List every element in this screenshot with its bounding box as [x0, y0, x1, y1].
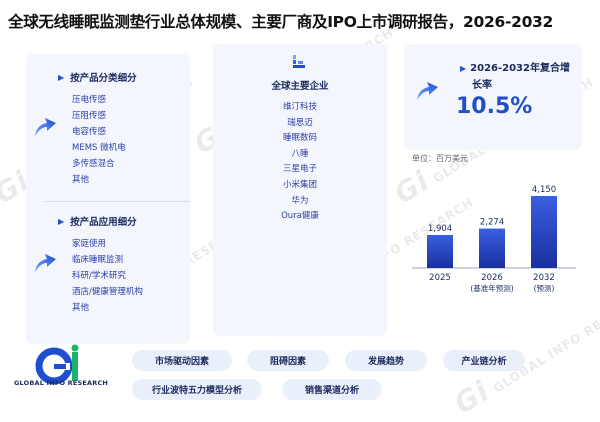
bar-chart: 1,904 2025 2,274 2026(基准年预测) 4,150 2032(预测)	[412, 185, 576, 293]
page-title: 全球无线睡眠监测垫行业总体规模、主要厂商及IPO上市调研报告，2026-2032	[8, 13, 554, 31]
category-label: 2032	[533, 273, 555, 283]
trends-button[interactable]: 发展趋势	[345, 350, 427, 371]
product-type-title: ▶ 按产品分类细分	[58, 72, 137, 85]
bullet-icon: ▶	[460, 64, 467, 73]
category-label: 2025	[429, 273, 451, 283]
divider	[44, 201, 190, 202]
restraints-button[interactable]: 阻碍因素	[247, 350, 329, 371]
category-note: (基准年预测)	[470, 283, 513, 293]
company-list: 维汀科技 瑞思迈 睡眠数码 八睡 三星电子 小米集团 华为 Oura健康	[213, 100, 387, 225]
list-item: 八睡	[291, 148, 309, 159]
application-title: ▶ 按产品应用细分	[58, 216, 137, 229]
category-label: 2026	[481, 273, 503, 283]
list-item: 瑞思迈	[287, 117, 313, 128]
growth-arrow-icon	[35, 118, 56, 136]
cagr-label: ▶ 2026-2032年复合增 长率	[460, 63, 570, 91]
bullet-icon: ▶	[58, 216, 65, 226]
market-size-chart: 1,904 2025 2,274 2026 (基准年预测) 4,150 2032 (预测)	[404, 166, 594, 306]
porter-five-forces-button[interactable]: 行业波特五力模型分析	[132, 379, 262, 400]
list-item: 临床睡眠监测	[72, 255, 124, 265]
list-item: 华为	[291, 195, 309, 206]
list-item: 多传感混合	[72, 159, 115, 169]
logo-text: GLOBAL INFO RESEARCH	[14, 379, 109, 387]
list-item: 家庭使用	[72, 239, 107, 249]
list-item: 小米集团	[282, 179, 317, 190]
list-item: MEMS 微机电	[72, 143, 126, 153]
list-item: 压电传感	[72, 95, 107, 105]
cagr-value: 10.5%	[456, 94, 533, 119]
list-item: 电容传感	[72, 127, 107, 137]
growth-arrow-icon	[417, 82, 438, 100]
list-item: 维汀科技	[282, 102, 317, 112]
growth-arrow-icon	[35, 254, 56, 272]
building-icon	[293, 55, 305, 68]
list-item: Oura健康	[281, 211, 319, 222]
sales-channel-button[interactable]: 销售渠道分析	[282, 379, 382, 400]
bar-value-label: 2,274	[480, 218, 504, 228]
list-item: 其他	[72, 303, 90, 313]
bar-2026	[479, 228, 505, 268]
list-item: 睡眠数码	[282, 133, 317, 144]
chart-unit-label: 单位：百万美元	[412, 154, 468, 163]
product-type-list: 压电传感 压阻传感 电容传感 MEMS 微机电 多传感混合 其他	[72, 92, 126, 188]
list-item: 三星电子	[282, 164, 317, 175]
list-item: 酒店/健康管理机构	[72, 287, 143, 297]
list-item: 压阻传感	[72, 111, 107, 121]
companies-title: 全球主要企业	[271, 81, 329, 92]
list-item: 科研/学术研究	[72, 271, 126, 281]
bullet-icon: ▶	[58, 72, 65, 82]
bar-value-label: 1,904	[428, 224, 452, 234]
industry-chain-button[interactable]: 产业链分析	[443, 350, 525, 371]
market-drivers-button[interactable]: 市场驱动因素	[132, 350, 232, 371]
bar-value-label: 4,150	[532, 185, 556, 195]
bar-2025	[427, 234, 453, 268]
list-item: 其他	[72, 175, 90, 185]
application-list: 家庭使用 临床睡眠监测 科研/学术研究 酒店/健康管理机构 其他	[72, 236, 143, 316]
category-note: (预测)	[534, 283, 555, 293]
bar-2032	[531, 196, 557, 268]
